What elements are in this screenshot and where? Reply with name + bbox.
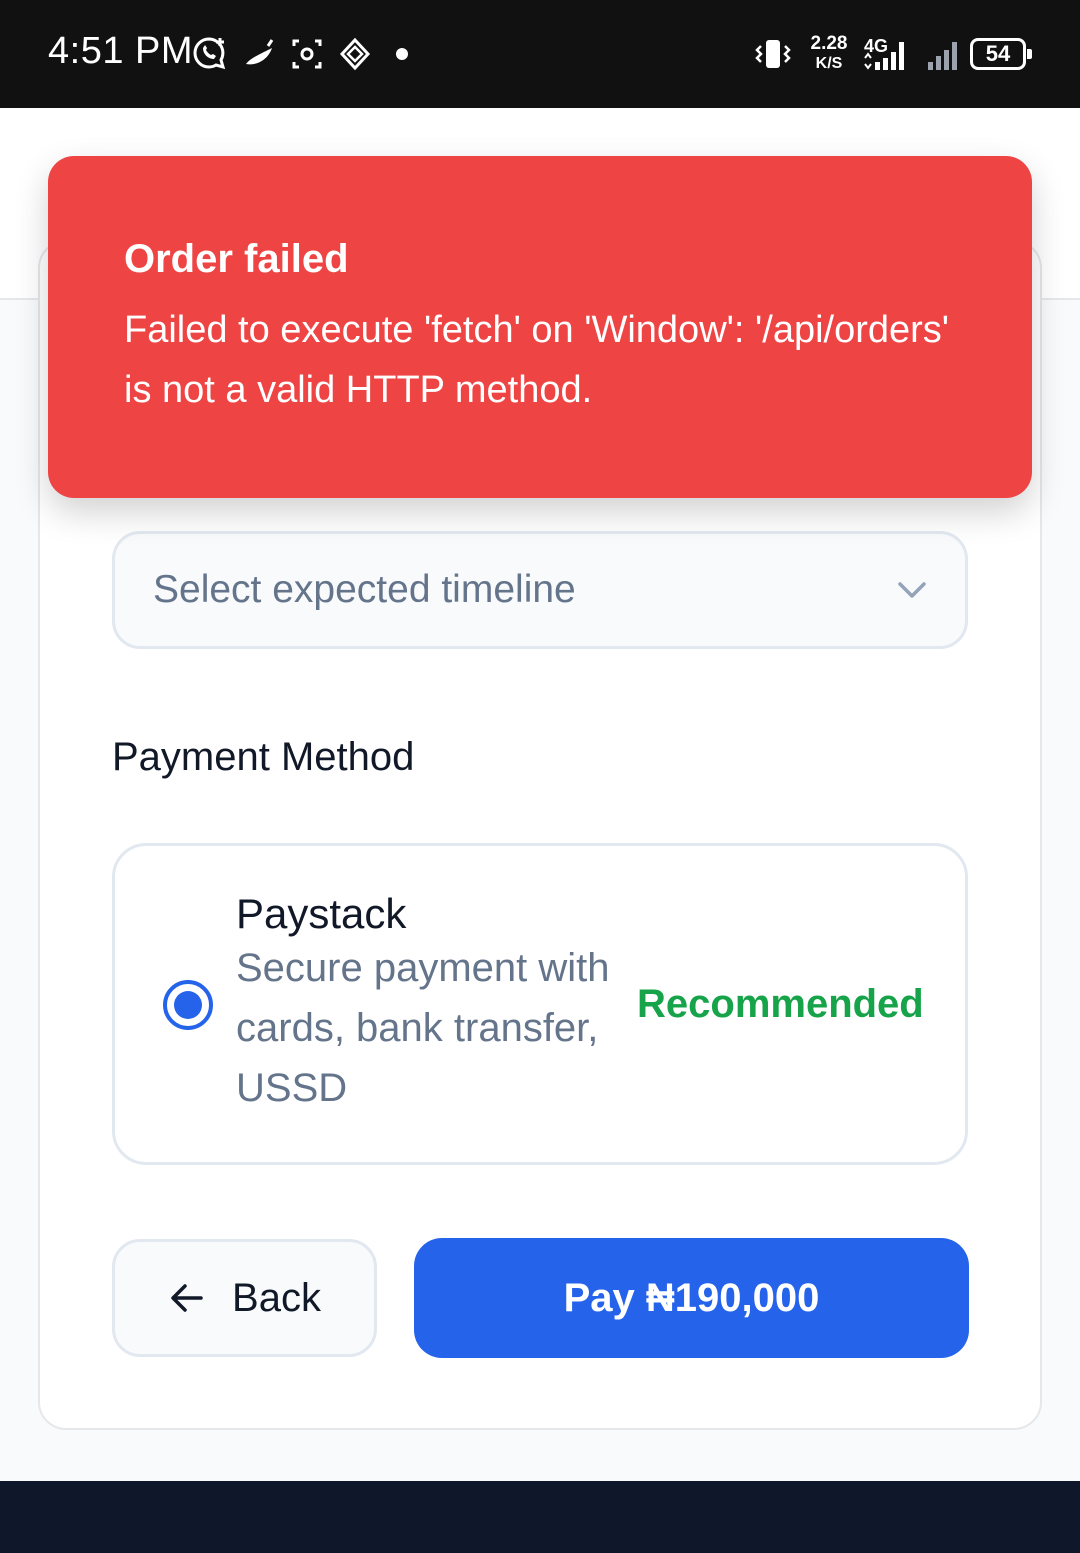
back-button[interactable]: Back xyxy=(112,1239,377,1357)
bottom-bar xyxy=(0,1481,1080,1553)
error-toast[interactable]: Order failed Failed to execute 'fetch' o… xyxy=(48,156,1032,498)
nav-diamond-icon xyxy=(339,37,371,71)
status-time: 4:51 PM xyxy=(48,30,194,72)
screenshot-icon xyxy=(292,39,322,69)
status-bar: 4:51 PM 2.28 K/S 4G 54 xyxy=(0,0,1080,108)
chevron-down-icon xyxy=(898,582,926,598)
dot-icon xyxy=(396,48,408,60)
toast-title: Order failed xyxy=(124,237,349,281)
whatsapp-icon xyxy=(193,37,226,70)
battery-indicator: 54 xyxy=(970,38,1032,70)
payment-option-paystack[interactable]: Paystack Secure payment with cards, bank… xyxy=(112,843,968,1165)
paystack-radio[interactable] xyxy=(163,980,213,1030)
back-button-label: Back xyxy=(232,1275,321,1320)
timeline-select-placeholder: Select expected timeline xyxy=(153,568,576,611)
payment-method-title: Payment Method xyxy=(112,735,415,779)
timeline-select[interactable]: Select expected timeline xyxy=(112,531,968,649)
signal-icon xyxy=(864,42,904,70)
payment-option-name: Paystack xyxy=(236,890,407,937)
speed-value: 2.28 xyxy=(810,33,848,54)
payment-option-description: Secure payment with cards, bank transfer… xyxy=(236,946,610,1110)
signal-icon-2 xyxy=(928,42,957,70)
pepper-icon xyxy=(246,39,274,65)
toast-message: Failed to execute 'fetch' on 'Window': '… xyxy=(124,309,950,411)
recommended-badge: Recommended xyxy=(637,982,924,1026)
arrow-left-icon xyxy=(171,1284,203,1312)
pay-button-label: Pay ₦190,000 xyxy=(563,1275,820,1320)
pay-button[interactable]: Pay ₦190,000 xyxy=(414,1238,969,1358)
speed-unit: K/S xyxy=(815,55,843,72)
network-speed: 2.28 K/S xyxy=(806,34,852,74)
vibrate-icon xyxy=(755,40,791,68)
